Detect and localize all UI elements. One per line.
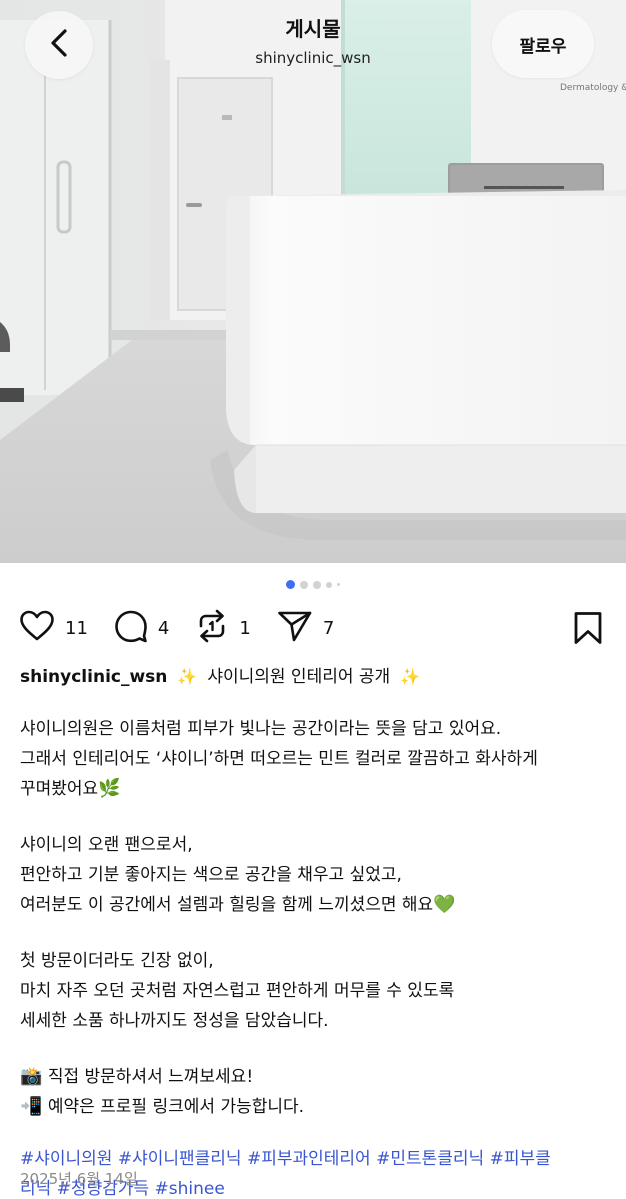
repost-button[interactable]: 1 — [195, 609, 251, 647]
sparkle-icon: ✨ — [177, 667, 198, 686]
share-button[interactable]: 7 — [277, 609, 334, 647]
comment-bubble-icon — [114, 609, 148, 647]
caption-paragraph: 📸 직접 방문하셔서 느껴보세요! 📲 예약은 프로필 링크에서 가능합니다. — [20, 1062, 610, 1122]
caption-title: 샤이니의원 인테리어 공개 — [207, 667, 391, 687]
caption-line: 그래서 인테리어도 ‘샤이니’하면 떠오르는 민트 컬러로 깔끔하고 화사하게 — [20, 749, 538, 769]
caption-paragraph: 샤이니의 오랜 팬으로서, 편안하고 기분 좋아지는 색으로 공간을 채우고 싶… — [20, 830, 610, 920]
repost-count: 1 — [239, 617, 251, 639]
comment-count: 4 — [157, 617, 170, 639]
follow-button[interactable]: 팔로우 — [492, 10, 594, 78]
caption-line-wrap: 여러분도 이 공간에서 설렘과 힐링을 함께 느끼셨으면 해요💚 — [20, 890, 610, 920]
carousel-dot — [313, 580, 321, 589]
caption-line: 첫 방문이더라도 긴장 없이, — [20, 951, 214, 971]
share-count: 7 — [322, 617, 335, 639]
caption-paragraph: 첫 방문이더라도 긴장 없이, 마치 자주 오던 곳처럼 자연스럽고 편안하게 … — [20, 946, 610, 1036]
phone-arrow-icon: 📲 — [20, 1096, 43, 1117]
caption-line-wrap: 꾸며봤어요🌿 — [20, 774, 610, 804]
caption-line: 세세한 소품 하나까지도 정성을 담았습니다. — [20, 1011, 329, 1031]
caption-line: 샤이니의원은 이름처럼 피부가 빛나는 공간이라는 뜻을 담고 있어요. — [20, 719, 502, 739]
comment-button[interactable]: 4 — [114, 609, 169, 647]
caption-username[interactable]: shinyclinic_wsn — [20, 662, 167, 692]
heart-icon — [19, 610, 55, 646]
carousel-dot — [326, 581, 332, 588]
carousel-dot — [337, 583, 340, 586]
like-button[interactable]: 11 — [19, 610, 88, 646]
like-count: 11 — [65, 617, 88, 639]
bookmark-icon — [573, 612, 603, 649]
leaf-icon: 🌿 — [98, 778, 121, 799]
sparkle-icon: ✨ — [400, 667, 421, 686]
caption-line: 샤이니의 오랜 팬으로서, — [20, 835, 193, 855]
repost-icon — [195, 609, 229, 647]
caption-line-wrap: 📲 예약은 프로필 링크에서 가능합니다. — [20, 1092, 610, 1122]
carousel-dot-active — [286, 580, 295, 589]
post-page: Dermatology & F — [0, 0, 626, 1199]
caption-line: 마치 자주 오던 곳처럼 자연스럽고 편안하게 머무를 수 있도록 — [20, 981, 455, 1001]
post-photo[interactable]: Dermatology & F — [0, 0, 626, 563]
caption-line-wrap: 📸 직접 방문하셔서 느껴보세요! — [20, 1062, 610, 1092]
caption-line: 여러분도 이 공간에서 설렘과 힐링을 함께 느끼셨으면 해요 — [20, 895, 434, 915]
carousel-indicator — [0, 580, 626, 589]
carousel-dot — [300, 580, 308, 589]
caption-line: 편안하고 기분 좋아지는 색으로 공간을 채우고 싶었고, — [20, 865, 402, 885]
camera-flash-icon: 📸 — [20, 1066, 43, 1087]
green-heart-icon: 💚 — [433, 894, 456, 915]
post-date: 2025년 6월 14일 — [20, 1170, 138, 1188]
caption-line: 직접 방문하셔서 느껴보세요! — [47, 1067, 254, 1087]
caption-line: 꾸며봤어요 — [20, 779, 99, 799]
bookmark-button[interactable] — [573, 611, 603, 649]
post-caption: shinyclinic_wsn ✨ 샤이니의원 인테리어 공개 ✨ 샤이니의원은… — [20, 662, 610, 1199]
action-bar: 11 4 1 7 — [19, 609, 607, 647]
svg-text:Dermatology & F: Dermatology & F — [560, 83, 626, 93]
caption-line: 예약은 프로필 링크에서 가능합니다. — [47, 1097, 305, 1117]
caption-header: shinyclinic_wsn ✨ 샤이니의원 인테리어 공개 ✨ — [20, 662, 610, 692]
caption-paragraph: 샤이니의원은 이름처럼 피부가 빛나는 공간이라는 뜻을 담고 있어요. 그래서… — [20, 714, 610, 804]
send-icon — [277, 609, 313, 647]
